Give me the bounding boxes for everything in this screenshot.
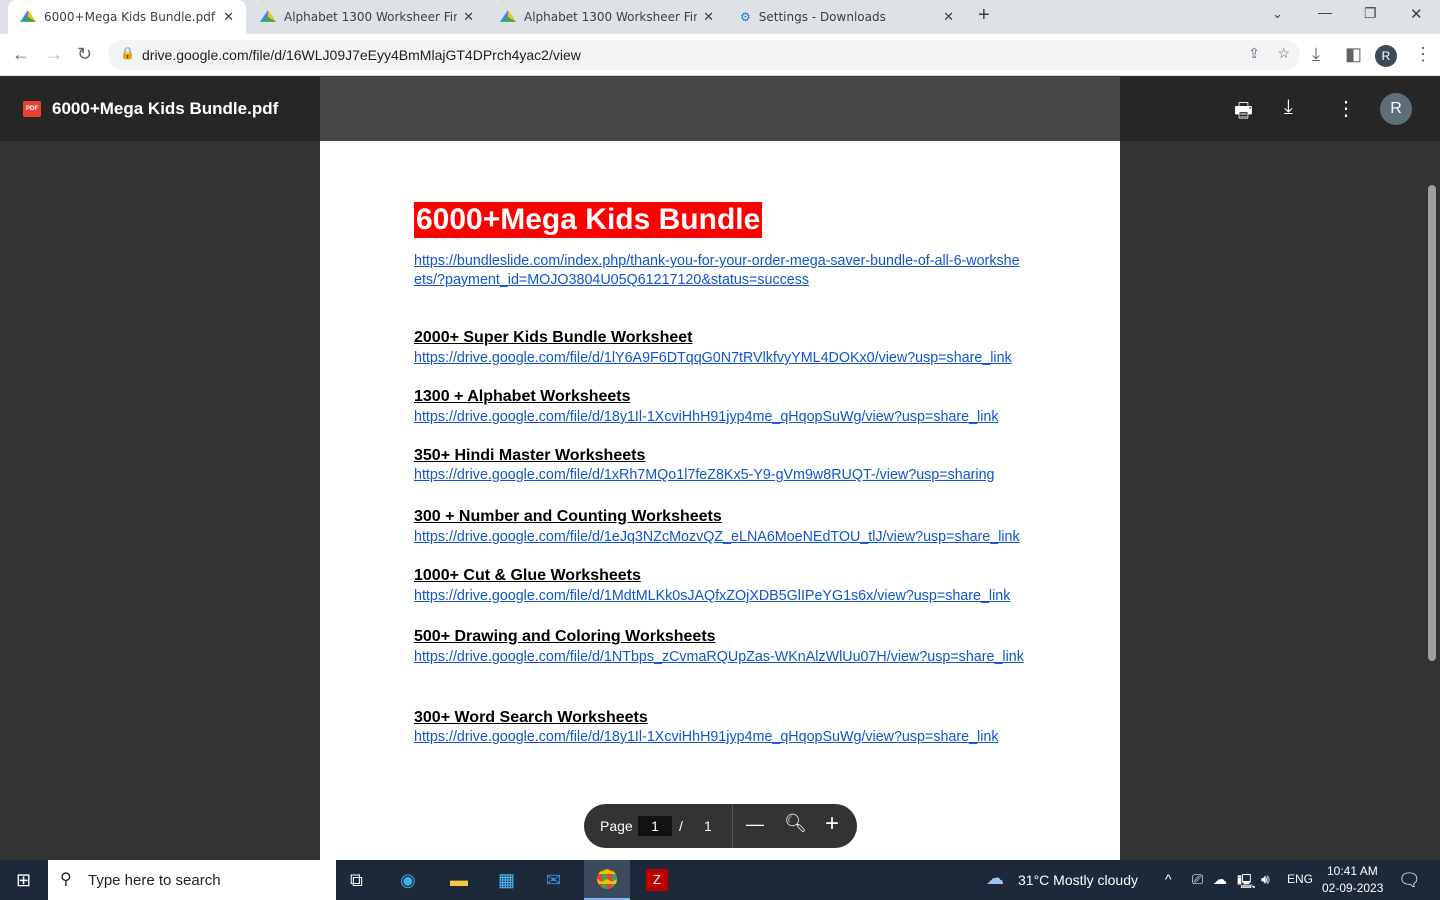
section-heading: 500+ Drawing and Coloring Worksheets (414, 628, 716, 645)
meet-icon[interactable]: ⎚ (1192, 871, 1203, 888)
section-heading: 1300 + Alphabet Worksheets (414, 388, 631, 405)
google-drive-icon (20, 10, 36, 22)
pdf-icon: PDF (23, 101, 41, 117)
tab-search-icon[interactable]: ⌄ (1272, 6, 1283, 22)
google-drive-icon (500, 10, 516, 22)
gear-icon: ⚙ (740, 10, 751, 24)
taskbar: ⊞ ⚲ Type here to search ⧉ ◉ ▬ ▦ ✉ Z ☁ 31… (0, 860, 1440, 900)
clock-time[interactable]: 10:41 AM (1327, 864, 1378, 878)
address-bar[interactable]: 🔒 drive.google.com/file/d/16WLJ09J7eEyy4B… (108, 40, 1300, 70)
side-panel-icon[interactable]: ◧ (1345, 44, 1362, 65)
scrollbar[interactable] (1428, 185, 1436, 661)
close-icon[interactable]: ✕ (703, 10, 714, 25)
weather-icon: ☁ (986, 868, 1004, 888)
section-link[interactable]: https://drive.google.com/file/d/1lY6A9F6… (414, 349, 1026, 368)
tab[interactable]: Alphabet 1300 Worksheer Final.pdf ✕ (488, 0, 726, 34)
profile-avatar[interactable]: R (1375, 45, 1397, 67)
taskbar-search[interactable]: ⚲ Type here to search (48, 860, 336, 900)
divider (732, 804, 733, 848)
forward-icon[interactable]: → (45, 44, 63, 65)
section-link[interactable]: https://drive.google.com/file/d/18y1Il-1… (414, 728, 1026, 747)
more-options-icon[interactable]: ⋮ (1336, 96, 1356, 121)
section-link[interactable]: https://drive.google.com/file/d/18y1Il-1… (414, 408, 1026, 427)
filezilla-icon[interactable]: Z (646, 869, 668, 891)
tab-title: Alphabet 1300 Worksheer Final.pdf (524, 10, 698, 24)
reload-icon[interactable]: ↻ (77, 44, 92, 65)
minimize-button[interactable]: — (1318, 4, 1332, 20)
page-number-input[interactable]: 1 (638, 816, 672, 836)
close-icon[interactable]: ✕ (223, 10, 234, 25)
chevron-up-icon[interactable]: ^ (1165, 871, 1172, 887)
bookmark-star-icon[interactable]: ☆ (1277, 45, 1290, 62)
tab-title: Settings - Downloads (758, 10, 886, 24)
downloads-icon[interactable]: ⤓ (1312, 44, 1320, 65)
clock-date[interactable]: 02-09-2023 (1322, 881, 1383, 895)
share-icon[interactable]: ⇪ (1248, 45, 1260, 62)
new-tab-button[interactable]: + (978, 4, 990, 27)
zoom-icon[interactable]: 🔍︎ (784, 813, 807, 834)
viewer-header-center (320, 77, 1120, 141)
section-heading: 300 + Number and Counting Worksheets (414, 508, 722, 525)
menu-icon[interactable]: ⋮ (1414, 44, 1432, 65)
page-separator: / (679, 818, 683, 834)
section-link[interactable]: https://drive.google.com/file/d/1MdtMLKk… (414, 587, 1026, 606)
page-label: Page (600, 818, 633, 834)
file-explorer-icon[interactable]: ▬ (450, 870, 468, 891)
network-icon[interactable]: 🖳 (1237, 871, 1256, 895)
download-icon[interactable]: ⤓ (1284, 96, 1293, 119)
edge-icon[interactable]: ◉ (400, 870, 416, 891)
search-placeholder: Type here to search (88, 872, 221, 889)
document-title: 6000+Mega Kids Bundle (414, 202, 763, 238)
language-indicator[interactable]: ENG (1287, 872, 1313, 886)
store-icon[interactable]: ▦ (498, 870, 515, 891)
restore-button[interactable]: ❐ (1364, 5, 1377, 22)
close-window-button[interactable]: ✕ (1410, 5, 1423, 23)
close-icon[interactable]: ✕ (943, 10, 954, 25)
section-heading: 2000+ Super Kids Bundle Worksheet (414, 329, 693, 346)
section-heading: 1000+ Cut & Glue Worksheets (414, 567, 641, 584)
search-icon: ⚲ (60, 871, 72, 888)
order-link[interactable]: https://bundleslide.com/index.php/thank-… (414, 252, 1026, 290)
volume-icon[interactable]: 🔊︎ (1261, 871, 1270, 888)
tab-title: 6000+Mega Kids Bundle.pdf - Google Drive (44, 10, 217, 24)
back-icon[interactable]: ← (12, 44, 30, 65)
section-link[interactable]: https://drive.google.com/file/d/1eJq3NZc… (414, 528, 1026, 547)
section-link[interactable]: https://drive.google.com/file/d/1xRh7MQo… (414, 466, 1026, 485)
tab-title: Alphabet 1300 Worksheer Final.pdf (284, 10, 458, 24)
section-heading: 350+ Hindi Master Worksheets (414, 447, 646, 464)
tab[interactable]: ⚙ Settings - Downloads ✕ (728, 0, 966, 34)
url-text: drive.google.com/file/d/16WLJ09J7eEyy4Bm… (142, 47, 581, 63)
tab-strip: 6000+Mega Kids Bundle.pdf - Google Drive… (0, 0, 1440, 34)
mail-icon[interactable]: ✉ (546, 870, 561, 891)
notifications-icon[interactable]: 🗨 (1398, 870, 1421, 891)
chrome-taskbar-button[interactable] (584, 860, 630, 900)
print-icon[interactable]: 🖶 (1234, 96, 1253, 130)
close-icon[interactable]: ✕ (463, 10, 474, 25)
pdf-page (320, 141, 1120, 860)
file-name: 6000+Mega Kids Bundle.pdf (52, 99, 279, 118)
tab-active[interactable]: 6000+Mega Kids Bundle.pdf - Google Drive… (8, 0, 246, 34)
weather-text[interactable]: 31°C Mostly cloudy (1018, 872, 1138, 888)
windows-start-icon[interactable]: ⊞ (16, 870, 31, 891)
chrome-icon (597, 869, 617, 889)
section-link[interactable]: https://drive.google.com/file/d/1NTbps_z… (414, 648, 1026, 667)
zoom-in-icon[interactable]: + (825, 810, 839, 838)
section-heading: 300+ Word Search Worksheets (414, 709, 648, 726)
tab[interactable]: Alphabet 1300 Worksheer Final.pdf ✕ (248, 0, 486, 34)
page-controls: Page 1 / 1 — 🔍︎ + (584, 804, 857, 848)
account-avatar[interactable]: R (1380, 93, 1412, 125)
task-view-icon[interactable]: ⧉ (350, 870, 363, 891)
google-drive-icon (260, 10, 276, 22)
lock-icon: 🔒 (120, 46, 135, 60)
page-total: 1 (704, 818, 712, 834)
onedrive-icon[interactable]: ☁ (1213, 871, 1227, 888)
zoom-out-icon[interactable]: — (746, 814, 764, 835)
